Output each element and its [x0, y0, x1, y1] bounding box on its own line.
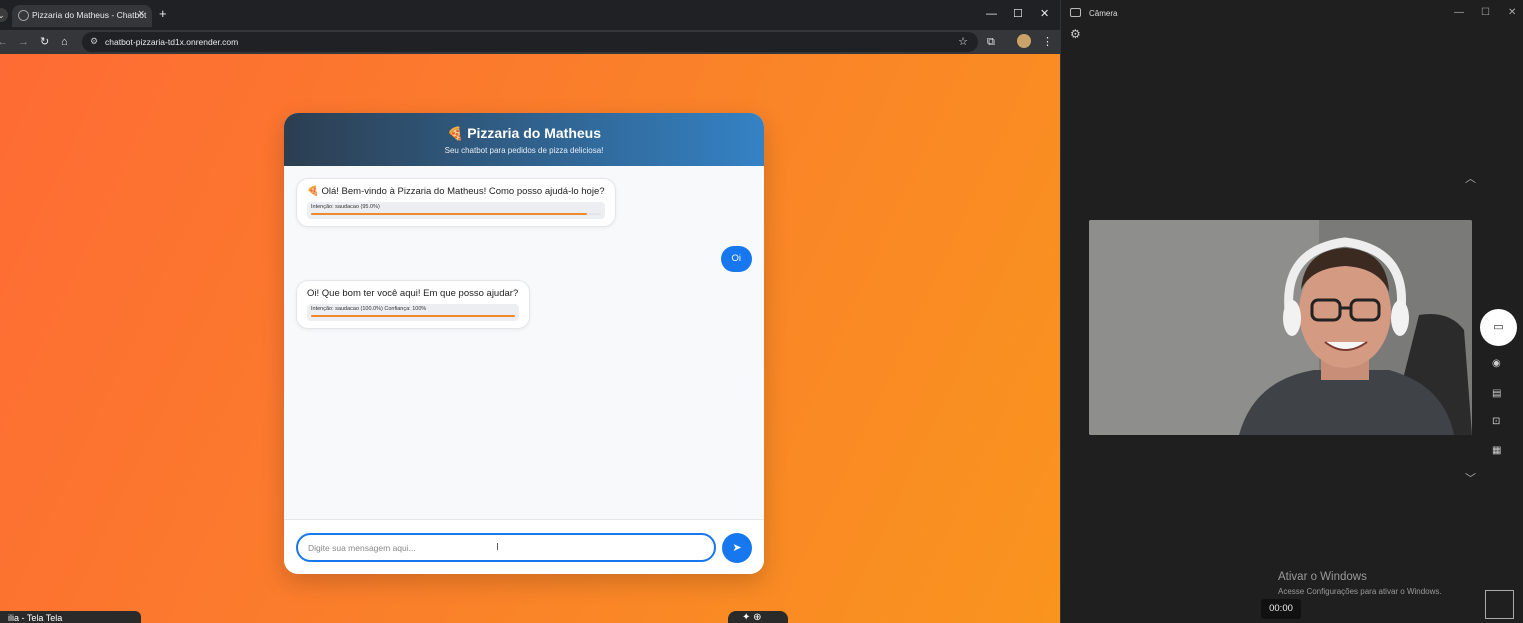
- chevron-down-icon[interactable]: ﹀: [1465, 470, 1476, 486]
- activate-windows-title: Ativar o Windows: [1278, 571, 1367, 583]
- tab-search-icon[interactable]: ⌄: [0, 8, 8, 22]
- close-button[interactable]: ✕: [1040, 8, 1049, 20]
- tab-title: Pizzaria do Matheus - Chatbot: [32, 10, 147, 20]
- taskbar-preview-label: ilia - Tela Tela: [8, 613, 63, 623]
- camera-app-icon: [1070, 8, 1081, 17]
- bot-message: 🍕 Olá! Bem-vindo à Pizzaria do Matheus! …: [296, 178, 616, 227]
- forward-icon[interactable]: →: [18, 35, 29, 49]
- chevron-up-icon[interactable]: ︿: [1465, 170, 1476, 186]
- minimize-button[interactable]: —: [986, 8, 997, 20]
- send-button[interactable]: ➤: [722, 533, 752, 563]
- text-cursor-icon: I: [496, 542, 499, 553]
- intent-info: Intenção: saudacao (95.0%): [307, 202, 605, 219]
- address-bar[interactable]: ⚙ chatbot-pizzaria-td1x.onrender.com ☆: [82, 32, 978, 52]
- page-viewport: 🍕 Pizzaria do Matheus Seu chatbot para pe…: [0, 54, 1060, 623]
- camera-window: Câmera — ☐ ✕ ⚙ ︿ ▭ ◉ ▤ ⊡ ▦ ﹀ Ativar o Wi…: [1060, 0, 1523, 623]
- pizza-icon: 🍕: [447, 126, 464, 141]
- user-message: Oi: [720, 246, 752, 272]
- document-mode-icon[interactable]: ▤: [1492, 388, 1501, 399]
- browser-window: ⌄ Pizzaria do Matheus - Chatbot × + — ☐ …: [0, 0, 1060, 623]
- intent-info: Intenção: saudacao (100.0%) Confiança: 1…: [307, 304, 519, 321]
- camera-maximize-button[interactable]: ☐: [1481, 7, 1490, 18]
- bot-message-text: Oi! Que bom ter você aqui! Em que posso …: [307, 288, 519, 299]
- chat-widget: 🍕 Pizzaria do Matheus Seu chatbot para pe…: [284, 113, 764, 574]
- gallery-thumbnail[interactable]: [1485, 590, 1514, 619]
- photo-mode-icon[interactable]: ◉: [1492, 358, 1501, 369]
- camera-preview: [1089, 220, 1472, 435]
- recording-timer: 00:00: [1261, 599, 1301, 619]
- camera-minimize-button[interactable]: —: [1454, 7, 1464, 18]
- whiteboard-mode-icon[interactable]: ⊡: [1492, 416, 1500, 427]
- recording-toolbar[interactable]: ✦ ⊕: [728, 611, 788, 623]
- home-icon[interactable]: ⌂: [61, 35, 68, 49]
- qr-code-icon[interactable]: ▦: [1492, 445, 1501, 456]
- message-input[interactable]: [296, 533, 716, 562]
- message-composer: I ➤: [284, 519, 764, 574]
- confidence-bar: [311, 213, 601, 215]
- intent-label: Intenção: saudacao (100.0%) Confiança: 1…: [311, 306, 427, 312]
- taskbar-preview[interactable]: ilia - Tela Tela: [0, 611, 141, 623]
- tab-strip: ⌄ Pizzaria do Matheus - Chatbot × + — ☐ …: [0, 0, 1060, 30]
- camera-close-button[interactable]: ✕: [1508, 7, 1516, 18]
- activate-windows-subtitle: Acesse Configurações para ativar o Windo…: [1278, 587, 1442, 596]
- confidence-bar: [311, 315, 515, 317]
- url-text[interactable]: chatbot-pizzaria-td1x.onrender.com: [105, 37, 238, 47]
- confidence-fill: [311, 315, 515, 317]
- webcam-person-image: [1089, 220, 1472, 435]
- recording-toolbar-icons: ✦ ⊕: [742, 612, 762, 623]
- intent-label: Intenção: saudacao (95.0%): [311, 204, 380, 210]
- profile-avatar[interactable]: [1017, 34, 1031, 48]
- video-record-button[interactable]: ▭: [1480, 309, 1517, 346]
- chat-header: 🍕 Pizzaria do Matheus Seu chatbot para pe…: [284, 113, 764, 166]
- camera-title: Câmera: [1089, 9, 1118, 18]
- new-tab-button[interactable]: +: [159, 7, 167, 20]
- favicon-icon: [18, 10, 29, 21]
- message-list: 🍕 Olá! Bem-vindo à Pizzaria do Matheus! …: [284, 166, 764, 519]
- chat-title: 🍕 Pizzaria do Matheus: [284, 125, 764, 142]
- chat-title-text: Pizzaria do Matheus: [467, 125, 601, 141]
- confidence-fill: [311, 213, 587, 215]
- maximize-button[interactable]: ☐: [1013, 8, 1023, 20]
- bookmark-star-icon[interactable]: ☆: [958, 35, 968, 48]
- bot-message: Oi! Que bom ter você aqui! Em que posso …: [296, 280, 530, 329]
- chat-subtitle: Seu chatbot para pedidos de pizza delici…: [444, 146, 604, 155]
- bot-message-text: 🍕 Olá! Bem-vindo à Pizzaria do Matheus! …: [307, 186, 605, 197]
- browser-menu-icon[interactable]: ⋮: [1042, 35, 1053, 49]
- extensions-icon[interactable]: ⧉: [987, 35, 995, 49]
- tab-close-icon[interactable]: ×: [138, 8, 144, 20]
- back-icon[interactable]: ←: [0, 35, 8, 49]
- browser-toolbar: ← → ↻ ⌂ ⚙ chatbot-pizzaria-td1x.onrender…: [0, 30, 1060, 54]
- tab-active[interactable]: Pizzaria do Matheus - Chatbot ×: [12, 5, 152, 27]
- site-info-icon[interactable]: ⚙: [90, 36, 98, 47]
- settings-gear-icon[interactable]: ⚙: [1070, 27, 1081, 41]
- reload-icon[interactable]: ↻: [40, 35, 49, 49]
